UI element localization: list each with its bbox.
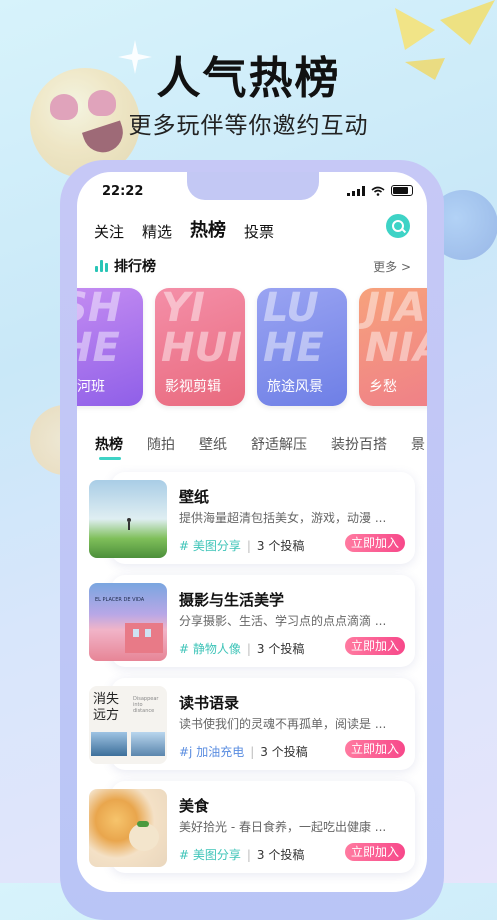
more-link[interactable]: 更多 >	[373, 258, 411, 275]
signal-icon	[347, 185, 365, 196]
category-tab-wallpaper[interactable]: 壁纸	[199, 434, 227, 454]
tab-follow[interactable]: 关注	[94, 221, 124, 242]
rank-card[interactable]: JIA NIA 乡愁	[359, 288, 427, 406]
divider: |	[250, 744, 255, 759]
search-icon	[392, 220, 404, 232]
thumbnail-caption: EL PLACER DE VIDA	[95, 597, 145, 603]
item-title: 壁纸	[179, 488, 210, 506]
tab-featured[interactable]: 精选	[142, 221, 172, 242]
rank-card-label: 影视剪辑	[165, 379, 221, 395]
category-tab-hot[interactable]: 热榜	[95, 434, 123, 460]
top-tabs: 关注 精选 热榜 投票	[94, 216, 274, 242]
hero-title: 人气热榜	[156, 53, 341, 104]
card-watermark: JIA NIA	[365, 288, 427, 371]
rank-card[interactable]: LU HE 旅途风景	[257, 288, 347, 406]
divider: |	[246, 538, 251, 553]
ranking-cards: SH HE 山河班 YI HUI 影视剪辑 LU HE 旅途风景 JIA NIA…	[77, 288, 427, 406]
wifi-icon	[371, 186, 385, 196]
list-item[interactable]: EL PLACER DE VIDA 摄影与生活美学 分享摄影、生活、学习点的点点…	[89, 575, 415, 667]
item-tag[interactable]: # 美图分享	[179, 846, 241, 863]
ranking-header: 排行榜 更多 >	[95, 256, 411, 276]
join-button[interactable]: 立即加入	[345, 637, 405, 655]
category-tab-dressup[interactable]: 装扮百搭	[331, 434, 387, 454]
thumbnail-image	[89, 789, 167, 867]
rank-card-label: 山河班	[77, 379, 105, 395]
thumbnail-image	[89, 480, 167, 558]
tab-hot[interactable]: 热榜	[190, 216, 231, 242]
battery-icon	[391, 185, 413, 196]
divider: |	[246, 641, 251, 656]
item-description: 提供海量超清包括美女，游戏，动漫 ...	[179, 511, 387, 525]
rank-card-label: 乡愁	[369, 379, 397, 395]
category-tab-relax[interactable]: 舒适解压	[251, 434, 307, 454]
rank-card[interactable]: SH HE 山河班	[77, 288, 143, 406]
item-count: 3 个投稿	[256, 848, 305, 862]
divider: |	[246, 847, 251, 862]
thumbnail-book-title: 消失 远方	[93, 692, 120, 723]
join-button[interactable]: 立即加入	[345, 843, 405, 861]
card-watermark: YI HUI	[161, 288, 242, 371]
list-item[interactable]: 消失 远方 Disappear into distance 读书语录 读书使我们…	[89, 678, 415, 770]
item-tag[interactable]: # 静物人像	[179, 640, 241, 657]
search-button[interactable]	[386, 214, 410, 238]
tab-vote[interactable]: 投票	[244, 221, 274, 242]
rank-card-label: 旅途风景	[267, 379, 323, 395]
status-time: 22:22	[102, 184, 144, 199]
item-meta: # 静物人像 | 3 个投稿	[179, 640, 304, 657]
thumbnail-image: 消失 远方 Disappear into distance	[89, 686, 167, 764]
item-meta: #j 加油充电 | 3 个投稿	[179, 743, 308, 760]
item-meta: # 美图分享 | 3 个投稿	[179, 846, 304, 863]
item-description: 美好拾光 - 春日食养，一起吃出健康 ...	[179, 820, 387, 834]
category-tabs: 热榜 随拍 壁纸 舒适解压 装扮百搭 景	[95, 434, 425, 460]
status-icons	[347, 185, 413, 196]
item-count: 3 个投稿	[256, 642, 305, 656]
item-description: 读书使我们的灵魂不再孤单，阅读是 ...	[179, 717, 387, 731]
card-watermark: LU HE	[263, 288, 324, 371]
ranking-title: 排行榜	[95, 256, 156, 276]
thumbnail-book-subtitle: Disappear into distance	[133, 696, 159, 714]
bar-chart-icon	[95, 260, 108, 272]
item-title: 读书语录	[179, 694, 240, 712]
item-title: 美食	[179, 797, 210, 815]
item-description: 分享摄影、生活、学习点的点点滴滴 ...	[179, 614, 387, 628]
category-tab-scenery[interactable]: 景	[411, 434, 425, 454]
group-list: 壁纸 提供海量超清包括美女，游戏，动漫 ... # 美图分享 | 3 个投稿 立…	[89, 472, 415, 884]
ranking-label: 排行榜	[114, 259, 156, 275]
item-count: 3 个投稿	[260, 745, 308, 759]
card-watermark: SH HE	[77, 288, 122, 371]
item-count: 3 个投稿	[256, 539, 305, 553]
phone-screen: 22:22 关注 精选 热榜 投票 排行榜 更多 > SH HE 山河班	[77, 172, 427, 892]
item-title: 摄影与生活美学	[179, 591, 285, 609]
item-tag[interactable]: # 美图分享	[179, 537, 241, 554]
item-tag[interactable]: #j 加油充电	[179, 743, 244, 760]
rank-card[interactable]: YI HUI 影视剪辑	[155, 288, 245, 406]
hero-subtitle: 更多玩伴等你邀约互动	[128, 113, 369, 139]
join-button[interactable]: 立即加入	[345, 740, 405, 758]
list-item[interactable]: 壁纸 提供海量超清包括美女，游戏，动漫 ... # 美图分享 | 3 个投稿 立…	[89, 472, 415, 564]
join-button[interactable]: 立即加入	[345, 534, 405, 552]
phone-notch	[187, 172, 319, 200]
category-tab-snap[interactable]: 随拍	[147, 434, 175, 454]
list-item[interactable]: 美食 美好拾光 - 春日食养，一起吃出健康 ... # 美图分享 | 3 个投稿…	[89, 781, 415, 873]
thumbnail-image: EL PLACER DE VIDA	[89, 583, 167, 661]
item-meta: # 美图分享 | 3 个投稿	[179, 537, 304, 554]
